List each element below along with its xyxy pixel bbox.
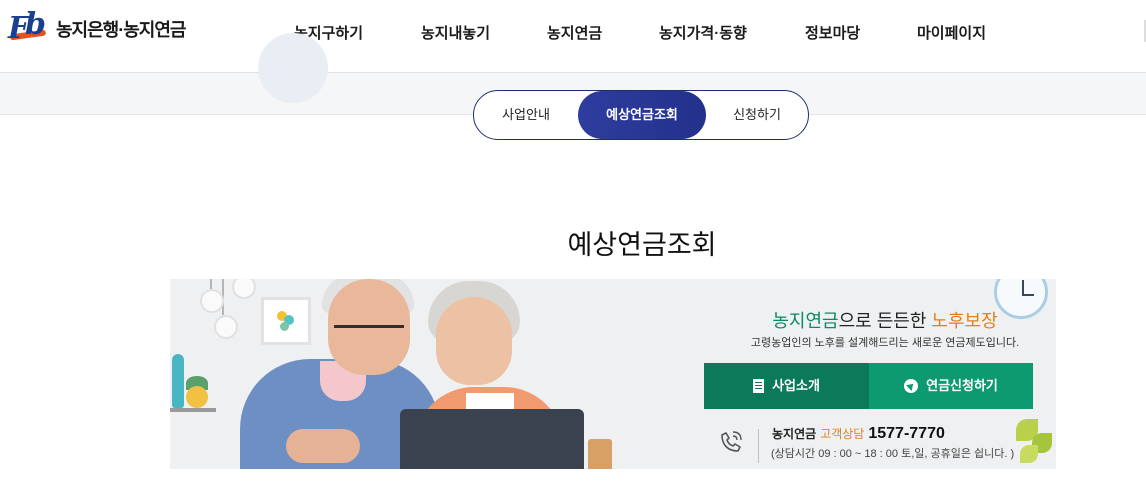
pendant-lamp-icon <box>214 315 238 339</box>
pendant-lamp-icon <box>200 289 224 313</box>
nav-item-farmland-pension[interactable]: 농지연금 <box>547 22 602 43</box>
logo-text: 농지은행·농지연금 <box>56 20 186 40</box>
section-tabs: 사업안내 예상연금조회 신청하기 <box>473 90 809 140</box>
banner-subtitle: 고령농업인의 노후를 설계해드리는 새로운 연금제도입니다. <box>750 337 1020 349</box>
document-icon <box>753 378 765 393</box>
site-logo[interactable]: F b 농지은행·농지연금 <box>8 7 186 46</box>
pension-banner: 농지연금으로 든든한 노후보장 고령농업인의 노후를 설계해드리는 새로운 연금… <box>170 279 1056 469</box>
apply-pension-button[interactable]: 연금신청하기 <box>869 363 1033 409</box>
page-title: 예상연금조회 <box>567 230 717 261</box>
tab-business-guide[interactable]: 사업안내 <box>474 91 578 139</box>
logo-letter-b: b <box>25 7 46 42</box>
pendant-lamp-icon <box>232 279 256 299</box>
banner-slogan: 농지연금으로 든든한 노후보장 <box>772 311 998 331</box>
business-intro-button[interactable]: 사업소개 <box>704 363 869 409</box>
picture-frame-icon <box>261 297 311 345</box>
nav-item-price-trends[interactable]: 농지가격·동향 <box>659 22 747 43</box>
cursor-icon <box>904 378 919 393</box>
decorative-circle <box>258 33 328 103</box>
nav-item-info[interactable]: 정보마당 <box>805 22 860 43</box>
laptop-icon <box>400 409 584 469</box>
tab-pension-estimate[interactable]: 예상연금조회 <box>578 91 706 139</box>
pot-icon <box>186 386 208 408</box>
phone-number[interactable]: 1577-7770 <box>868 425 945 442</box>
site-header: F b 농지은행·농지연금 농지구하기 농지내놓기 농지연금 농지가격·동향 정… <box>0 0 1146 73</box>
nav-item-list-farmland[interactable]: 농지내놓기 <box>421 22 490 43</box>
vase-icon <box>172 354 184 408</box>
contact-line: 농지연금 고객상담 1577-7770 <box>772 425 945 442</box>
shelf <box>170 408 216 412</box>
phone-icon <box>721 431 742 452</box>
tab-apply[interactable]: 신청하기 <box>706 91 808 139</box>
leaf-icon <box>1020 445 1038 463</box>
contact-divider <box>758 429 759 463</box>
nav-item-mypage[interactable]: 마이페이지 <box>917 22 986 43</box>
consultation-hours: (상담시간 09 : 00 ~ 18 : 00 토,일, 공휴일은 쉽니다. ) <box>771 448 1015 460</box>
fb-logo-icon: F b <box>8 7 50 46</box>
